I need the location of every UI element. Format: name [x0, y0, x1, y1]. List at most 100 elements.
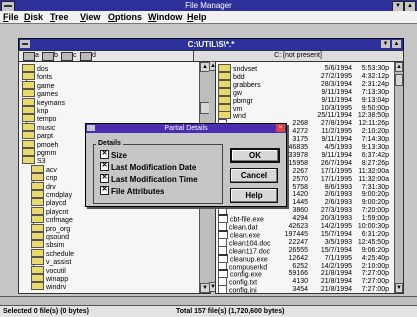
file-row[interactable]: bdd 27/2/1995 4:32:12p: [218, 71, 393, 81]
drive-b-icon[interactable]: [42, 52, 54, 61]
file-row[interactable]: sndvset 5/6/1994 5:53:30p: [218, 64, 393, 73]
file-row[interactable]: clean117.doc 26555 15/7/1994 9:06:20p: [218, 245, 393, 255]
file-time: 8:27:26p: [361, 159, 389, 167]
file-row[interactable]: clean.dat 42623 14/2/1995 10:00:30p: [218, 222, 393, 231]
file-row[interactable]: vm 10/3/1995 9:50:00p: [218, 103, 393, 113]
file-row[interactable]: config.exe 59166 21/8/1994 7:27:00p: [218, 269, 393, 279]
ok-button[interactable]: OK: [230, 148, 280, 163]
tree-item-label: playcnt: [46, 208, 69, 216]
checkbox-check-icon[interactable]: ✕: [100, 150, 109, 160]
file-time: 12:11:26p: [358, 120, 389, 128]
file-row[interactable]: clean.exe 197445 15/7/1994 6:31:20p: [218, 229, 393, 239]
file-row[interactable]: config.ini 3454 21/8/1994 7:27:00p: [218, 285, 393, 294]
menu-view[interactable]: View: [80, 11, 100, 23]
volume-label: C: [not present]: [193, 51, 402, 61]
file-time: 11:32:00a: [358, 175, 389, 183]
menu-options[interactable]: Options: [108, 11, 142, 23]
tree-item-label: windrv: [46, 284, 67, 292]
folder-icon: [31, 248, 44, 257]
menu-disk[interactable]: Disk: [24, 11, 43, 23]
folder-icon: [31, 223, 44, 232]
size-checkbox[interactable]: ✕ Size: [100, 150, 128, 160]
drive-a-icon[interactable]: [23, 52, 35, 61]
file-row[interactable]: pbmgr 9/11/1994 9:13:04p: [218, 95, 393, 105]
dialog-close-icon[interactable]: ×: [276, 124, 285, 132]
folder-icon: [31, 198, 44, 207]
file-date: 27/2/1995: [320, 72, 352, 80]
tree-item[interactable]: windrv: [31, 282, 67, 292]
drive-d-label[interactable]: d: [92, 51, 96, 61]
file-time: 10:00:30p: [357, 223, 389, 230]
menu-tree[interactable]: Tree: [50, 11, 69, 23]
file-date: 17/1/1995: [320, 175, 352, 183]
tree-item-label: cmdplay: [46, 191, 73, 199]
file-row[interactable]: compuserkd 6252 14/2/1995 2:10:00p: [218, 261, 393, 271]
folder-icon: [218, 87, 231, 96]
folder-icon: [22, 131, 35, 140]
file-size: 4294: [292, 215, 308, 223]
file-name: grabbers: [233, 81, 261, 89]
folder-icon: [22, 80, 35, 89]
file-size: 3860: [292, 207, 308, 215]
checkbox-check-icon[interactable]: ✕: [100, 162, 109, 172]
drive-c-icon[interactable]: [61, 52, 73, 61]
file-date: 11/2/1995: [321, 128, 352, 136]
cancel-button[interactable]: Cancel: [230, 168, 278, 183]
file-row[interactable]: config.txt 4130 21/8/1994 7:27:00p: [218, 277, 393, 287]
tree-item-label: pro_org: [46, 225, 71, 233]
file-date: 27/3/1993: [320, 207, 352, 215]
file-row[interactable]: gw 9/11/1994 7:13:30p: [218, 87, 393, 97]
size-checkbox-label: Size: [111, 151, 128, 160]
file-size: 22247: [288, 238, 308, 246]
window-minimize-button[interactable]: ▼: [381, 40, 390, 48]
folder-icon: [218, 103, 231, 112]
help-button[interactable]: Help: [230, 188, 278, 203]
file-date: 9/11/1994: [321, 96, 352, 104]
drive-a-label[interactable]: a: [35, 51, 39, 61]
file-row[interactable]: wnd 25/11/1994 12:38:50p: [218, 111, 393, 120]
scroll-down-arrow[interactable]: ▼: [395, 283, 403, 293]
file-time: 4:25:40p: [361, 254, 389, 262]
file-date: 21/8/1994: [320, 286, 352, 294]
file-date: 2/6/1993: [324, 191, 352, 199]
file-attributes-checkbox[interactable]: ✕ File Attributes: [100, 186, 164, 196]
drive-d-icon[interactable]: [80, 52, 92, 61]
folder-icon: [31, 206, 44, 215]
menu-file[interactable]: File: [3, 11, 19, 23]
dialog-system-menu-icon[interactable]: [87, 125, 95, 131]
file-date: 7/1/1995: [324, 254, 352, 262]
last-modification-time-checkbox[interactable]: ✕ Last Modification Time: [100, 174, 198, 184]
folder-icon: [31, 164, 44, 173]
tree-item-label: cnp: [46, 175, 58, 183]
window-menu-icon[interactable]: [20, 40, 30, 48]
scroll-thumb[interactable]: [395, 74, 403, 86]
menu-help[interactable]: Help: [187, 11, 207, 23]
file-row[interactable]: clean104.doc 22247 3/5/1993 12:45:50p: [218, 237, 393, 247]
window-maximize-button[interactable]: ▲: [392, 40, 401, 48]
checkbox-check-icon[interactable]: ✕: [100, 174, 109, 184]
tree-item-label: music: [37, 124, 56, 132]
menu-window[interactable]: Window: [148, 11, 182, 23]
app-title: File Manager: [185, 1, 232, 10]
file-row[interactable]: cleanup.exe 12642 7/1/1995 4:25:40p: [218, 253, 393, 263]
status-selected: Selected 0 file(s) (0 bytes): [3, 308, 89, 315]
drive-c-label[interactable]: c: [73, 51, 77, 61]
drive-b-label[interactable]: b: [54, 51, 58, 61]
file-time: 5:53:30p: [361, 65, 389, 72]
last-modification-date-checkbox[interactable]: ✕ Last Modification Date: [100, 162, 196, 172]
file-size: 42623: [288, 223, 308, 230]
tree-item-label: pgmm: [37, 149, 57, 157]
file-name: pbmgr: [233, 97, 253, 105]
files-vertical-scrollbar[interactable]: ▲ ▼: [394, 62, 403, 293]
scroll-up-arrow[interactable]: ▲: [395, 62, 403, 72]
file-date: 8/6/1993: [324, 183, 352, 191]
file-name: vm: [233, 105, 243, 113]
file-row[interactable]: grabbers 28/3/1994 2:31:24p: [218, 79, 393, 89]
checkbox-check-icon[interactable]: ✕: [100, 186, 109, 196]
file-row[interactable]: cbt-file.exe 4294 20/3/1993 1:59:00p: [218, 214, 393, 223]
tree-item-label: playcd: [46, 200, 67, 208]
file-time: 2:31:24p: [361, 80, 389, 88]
file-row[interactable]: 3860 27/3/1993 7:20:00p: [218, 206, 393, 216]
folder-icon: [22, 156, 35, 165]
file-size: 3454: [292, 286, 308, 294]
